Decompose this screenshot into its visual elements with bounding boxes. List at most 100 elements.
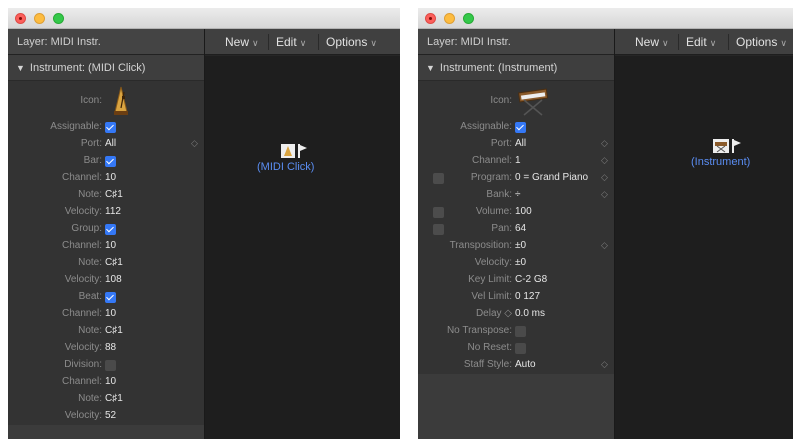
param-value[interactable]: ÷ [515,189,521,200]
param-enable-checkbox[interactable] [433,207,444,218]
param-value[interactable]: 10 [105,240,116,251]
param-value[interactable]: 0.0 ms [515,308,545,319]
environment-canvas[interactable]: (Instrument) [615,56,793,439]
close-window-button[interactable] [15,13,26,24]
param-checkbox[interactable] [105,122,116,133]
disclosure-triangle-icon[interactable]: ▼ [16,55,25,81]
stepper-arrows-icon[interactable]: ◇ [601,359,608,370]
layer-selector[interactable]: Layer: MIDI Instr. [418,29,614,55]
param-value[interactable]: 0 = Grand Piano [515,172,588,183]
param-label: Velocity: [64,410,102,421]
instrument-section-title: Instrument: (Instrument) [439,62,558,74]
options-menu[interactable]: Options ∨ [326,29,377,55]
environment-canvas[interactable]: (MIDI Click) [205,56,400,439]
close-window-button[interactable] [425,13,436,24]
param-label: Beat: [78,291,102,302]
edit-menu[interactable]: Edit ∨ [276,29,306,55]
new-menu[interactable]: New ∨ [635,29,669,55]
param-value[interactable]: 64 [515,223,526,234]
param-checkbox[interactable] [515,343,526,354]
param-checkbox[interactable] [105,224,116,235]
param-row: Velocity: ±0 [418,255,614,272]
param-row: Beat: [8,289,204,306]
param-row: Assignable: [418,119,614,136]
param-value[interactable]: C♯1 [105,189,123,200]
param-checkbox[interactable] [105,360,116,371]
stepper-arrows-icon[interactable]: ◇ [601,138,608,149]
param-row: Velocity: 88 [8,340,204,357]
instrument-section-header[interactable]: ▼ Instrument: (MIDI Click) [8,55,204,81]
param-label: Channel: [61,172,102,183]
param-value[interactable]: 10 [105,172,116,183]
param-checkbox[interactable] [515,326,526,337]
param-value[interactable]: 108 [105,274,122,285]
stepper-arrows-icon[interactable]: ◇ [601,240,608,251]
minimize-window-button[interactable] [34,13,45,24]
environment-menu-bar: New ∨ Edit ∨ Options ∨ [205,29,400,55]
param-row: Key Limit: C-2 G8 [418,272,614,289]
param-label: Key Limit: [468,274,512,285]
param-enable-checkbox[interactable] [433,173,444,184]
param-value[interactable]: C-2 G8 [515,274,547,285]
param-row: No Transpose: [418,323,614,340]
stepper-arrows-icon[interactable]: ◇ [601,172,608,183]
param-row: Note: C♯1 [8,255,204,272]
keyboard-object-icon[interactable] [713,139,747,153]
param-value[interactable]: Auto [515,359,536,370]
param-value[interactable]: ±0 [515,240,526,251]
inspector-panel: Layer: MIDI Instr. ▼ Instrument: (MIDI Cl… [8,29,205,439]
param-value[interactable]: ±0 [515,257,526,268]
param-value[interactable]: 100 [515,206,532,217]
param-row: Velocity: 52 [8,408,204,425]
metronome-object-icon[interactable] [281,144,313,158]
param-checkbox[interactable] [105,292,116,303]
layer-selector[interactable]: Layer: MIDI Instr. [8,29,204,55]
object-name-label[interactable]: (Instrument) [691,156,750,168]
environment-menu-bar: New ∨ Edit ∨ Options ∨ [615,29,793,55]
param-label: Staff Style: [463,359,512,370]
metronome-icon[interactable] [112,86,130,116]
param-row: Pan: 64 [418,221,614,238]
param-checkbox[interactable] [515,122,526,133]
param-value[interactable]: All [515,138,526,149]
param-label: Channel: [61,308,102,319]
param-value[interactable]: 52 [105,410,116,421]
edit-menu[interactable]: Edit ∨ [686,29,716,55]
new-menu[interactable]: New ∨ [225,29,259,55]
param-label: Program: [470,172,512,183]
param-value[interactable]: All [105,138,116,149]
param-label: Assignable: [50,121,102,132]
object-name-label[interactable]: (MIDI Click) [257,161,314,173]
param-row: Staff Style: Auto ◇ [418,357,614,374]
icon-label: Icon: [490,95,512,106]
param-label: Volume: [475,206,512,217]
param-value[interactable]: 1 [515,155,521,166]
keyboard-instrument-icon[interactable] [516,85,550,117]
stepper-arrows-icon[interactable]: ◇ [191,138,198,149]
param-label: Velocity: [474,257,512,268]
param-value[interactable]: C♯1 [105,257,123,268]
stepper-arrows-icon[interactable]: ◇ [601,189,608,200]
minimize-window-button[interactable] [444,13,455,24]
param-value[interactable]: 10 [105,376,116,387]
param-label: Delay ◇ [475,308,512,319]
disclosure-triangle-icon[interactable]: ▼ [426,55,435,81]
zoom-window-button[interactable] [463,13,474,24]
param-row: Bar: [8,153,204,170]
param-value[interactable]: C♯1 [105,325,123,336]
instrument-section-header[interactable]: ▼ Instrument: (Instrument) [418,55,614,81]
stepper-arrows-icon[interactable]: ◇ [601,155,608,166]
param-checkbox[interactable] [105,156,116,167]
param-value[interactable]: 88 [105,342,116,353]
options-menu[interactable]: Options ∨ [736,29,787,55]
zoom-window-button[interactable] [53,13,64,24]
param-row: Velocity: 112 [8,204,204,221]
param-value[interactable]: 112 [105,206,121,217]
param-value[interactable]: 10 [105,308,116,319]
param-value[interactable]: 0 127 [515,291,540,302]
param-enable-checkbox[interactable] [433,224,444,235]
param-label: Port: [490,138,512,149]
param-value[interactable]: C♯1 [105,393,123,404]
param-row: Note: C♯1 [8,187,204,204]
param-label: Note: [78,393,102,404]
